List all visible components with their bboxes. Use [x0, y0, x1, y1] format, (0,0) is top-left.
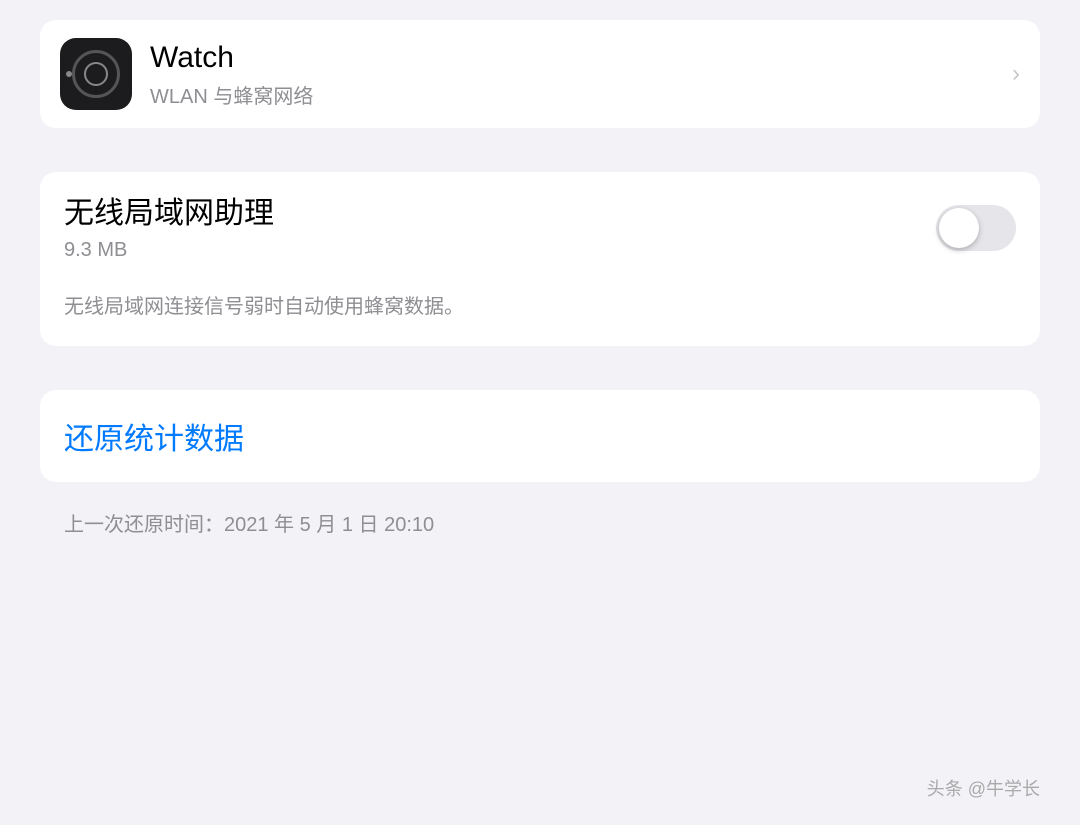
wifi-assist-size: 9.3 MB — [64, 239, 936, 262]
wifi-assist-row: 无线局域网助理 9.3 MB — [40, 172, 1040, 284]
last-restore-text: 上一次还原时间：2021 年 5 月 1 日 20:10 — [40, 502, 1040, 556]
wifi-assist-card: 无线局域网助理 9.3 MB 无线局域网连接信号弱时自动使用蜂窝数据。 — [40, 172, 1040, 346]
watch-app-icon — [60, 38, 132, 110]
wifi-assist-toggle[interactable] — [936, 205, 1016, 251]
watch-app-subtitle: WLAN 与蜂窝网络 — [150, 80, 1012, 109]
toggle-thumb — [939, 208, 979, 248]
wifi-assist-text-group: 无线局域网助理 9.3 MB — [64, 194, 936, 262]
toggle-track — [936, 205, 1016, 251]
wifi-assist-title: 无线局域网助理 — [64, 194, 936, 233]
spacer-1 — [40, 148, 1040, 172]
wifi-assist-description: 无线局域网连接信号弱时自动使用蜂窝数据。 — [40, 284, 1040, 346]
watch-app-row[interactable]: Watch WLAN 与蜂窝网络 › — [40, 20, 1040, 128]
watch-face-icon — [72, 50, 120, 98]
spacer-2 — [40, 366, 1040, 390]
watch-app-card: Watch WLAN 与蜂窝网络 › — [40, 20, 1040, 128]
watch-app-name: Watch — [150, 40, 1012, 76]
watermark: 头条 @牛学长 — [927, 775, 1040, 801]
restore-button[interactable]: 还原统计数据 — [64, 414, 244, 458]
restore-card: 还原统计数据 — [40, 390, 1040, 482]
watch-app-text: Watch WLAN 与蜂窝网络 — [150, 40, 1012, 109]
chevron-right-icon: › — [1012, 60, 1020, 88]
